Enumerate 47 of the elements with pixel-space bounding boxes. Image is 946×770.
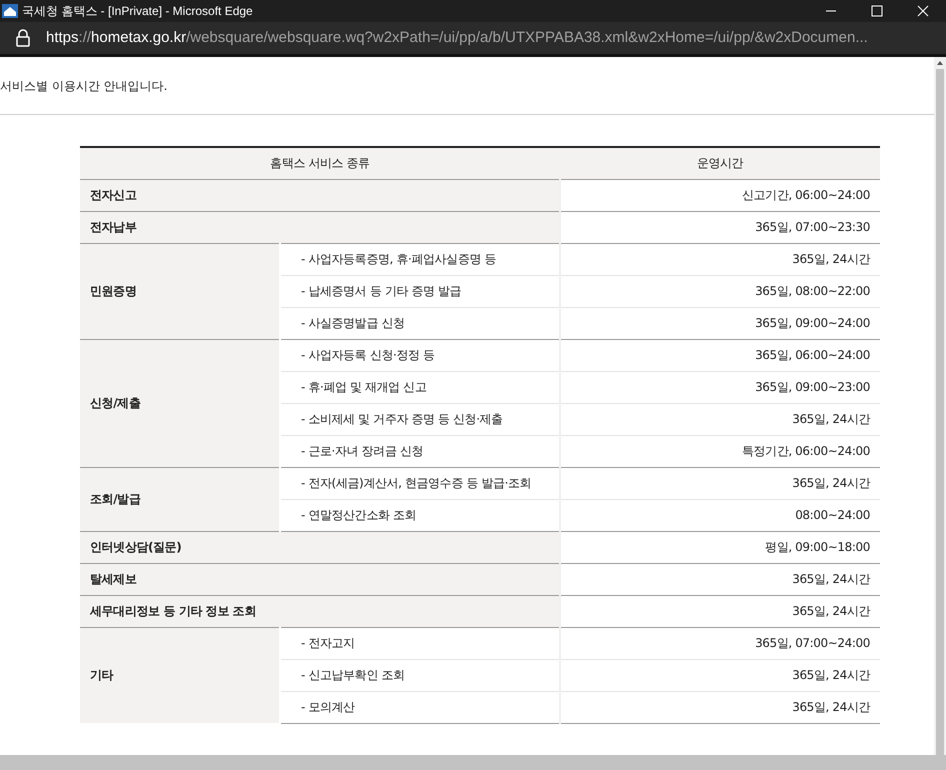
operating-hours: 신고기간, 06:00~24:00 [560, 179, 880, 211]
service-item: - 신고납부확인 조회 [280, 659, 560, 691]
operating-hours: 365일, 07:00~24:00 [560, 627, 880, 659]
column-header: 홈택스 서비스 종류 [80, 147, 560, 179]
service-item: - 모의계산 [280, 691, 560, 723]
operating-hours: 365일, 24시간 [560, 691, 880, 723]
service-item: - 전자(세금)계산서, 현금영수증 등 발급·조회 [280, 467, 560, 499]
operating-hours: 365일, 07:00~23:30 [560, 211, 880, 243]
operating-hours: 365일, 08:00~22:00 [560, 275, 880, 307]
vertical-scrollbar[interactable] [934, 57, 946, 755]
service-item: - 전자고지 [280, 627, 560, 659]
service-name: 전자납부 [80, 211, 560, 243]
service-item: - 근로·자녀 장려금 신청 [280, 435, 560, 467]
service-name: 전자신고 [80, 179, 560, 211]
service-category: 기타 [80, 627, 280, 723]
operating-hours: 08:00~24:00 [560, 499, 880, 531]
operating-hours: 365일, 06:00~24:00 [560, 339, 880, 371]
operating-hours: 365일, 24시간 [560, 659, 880, 691]
operating-hours: 365일, 24시간 [560, 403, 880, 435]
column-header: 운영시간 [560, 147, 880, 179]
operating-hours: 365일, 24시간 [560, 595, 880, 627]
intro-text: 서비스별 이용시간 안내입니다. [0, 79, 168, 93]
service-item: - 납세증명서 등 기타 증명 발급 [280, 275, 560, 307]
operating-hours: 365일, 09:00~23:00 [560, 371, 880, 403]
service-category: 신청/제출 [80, 339, 280, 467]
service-item: - 사업자등록 신청·정정 등 [280, 339, 560, 371]
service-item: - 사업자등록증명, 휴·폐업사실증명 등 [280, 243, 560, 275]
service-item: - 소비제세 및 거주자 증명 등 신청·제출 [280, 403, 560, 435]
operating-hours: 365일, 24시간 [560, 467, 880, 499]
service-name: 세무대리정보 등 기타 정보 조회 [80, 595, 560, 627]
service-name: 인터넷상담(질문) [80, 531, 560, 563]
operating-hours: 365일, 09:00~24:00 [560, 307, 880, 339]
operating-hours: 365일, 24시간 [560, 563, 880, 595]
service-category: 민원증명 [80, 243, 280, 339]
service-item: - 사실증명발급 신청 [280, 307, 560, 339]
scrollbar-thumb[interactable] [936, 69, 944, 755]
operating-hours: 365일, 24시간 [560, 243, 880, 275]
service-name: 탈세제보 [80, 563, 560, 595]
window-title: 국세청 홈택스 - [InPrivate] - Microsoft Edge [22, 3, 253, 20]
service-item: - 휴·폐업 및 재개업 신고 [280, 371, 560, 403]
operating-hours: 평일, 09:00~18:00 [560, 531, 880, 563]
service-category: 조회/발급 [80, 467, 280, 531]
app-logo-icon [2, 4, 18, 18]
lock-icon [16, 29, 30, 47]
service-item: - 연말정산간소화 조회 [280, 499, 560, 531]
operating-hours: 특정기간, 06:00~24:00 [560, 435, 880, 467]
horizontal-scrollbar[interactable] [0, 755, 946, 770]
